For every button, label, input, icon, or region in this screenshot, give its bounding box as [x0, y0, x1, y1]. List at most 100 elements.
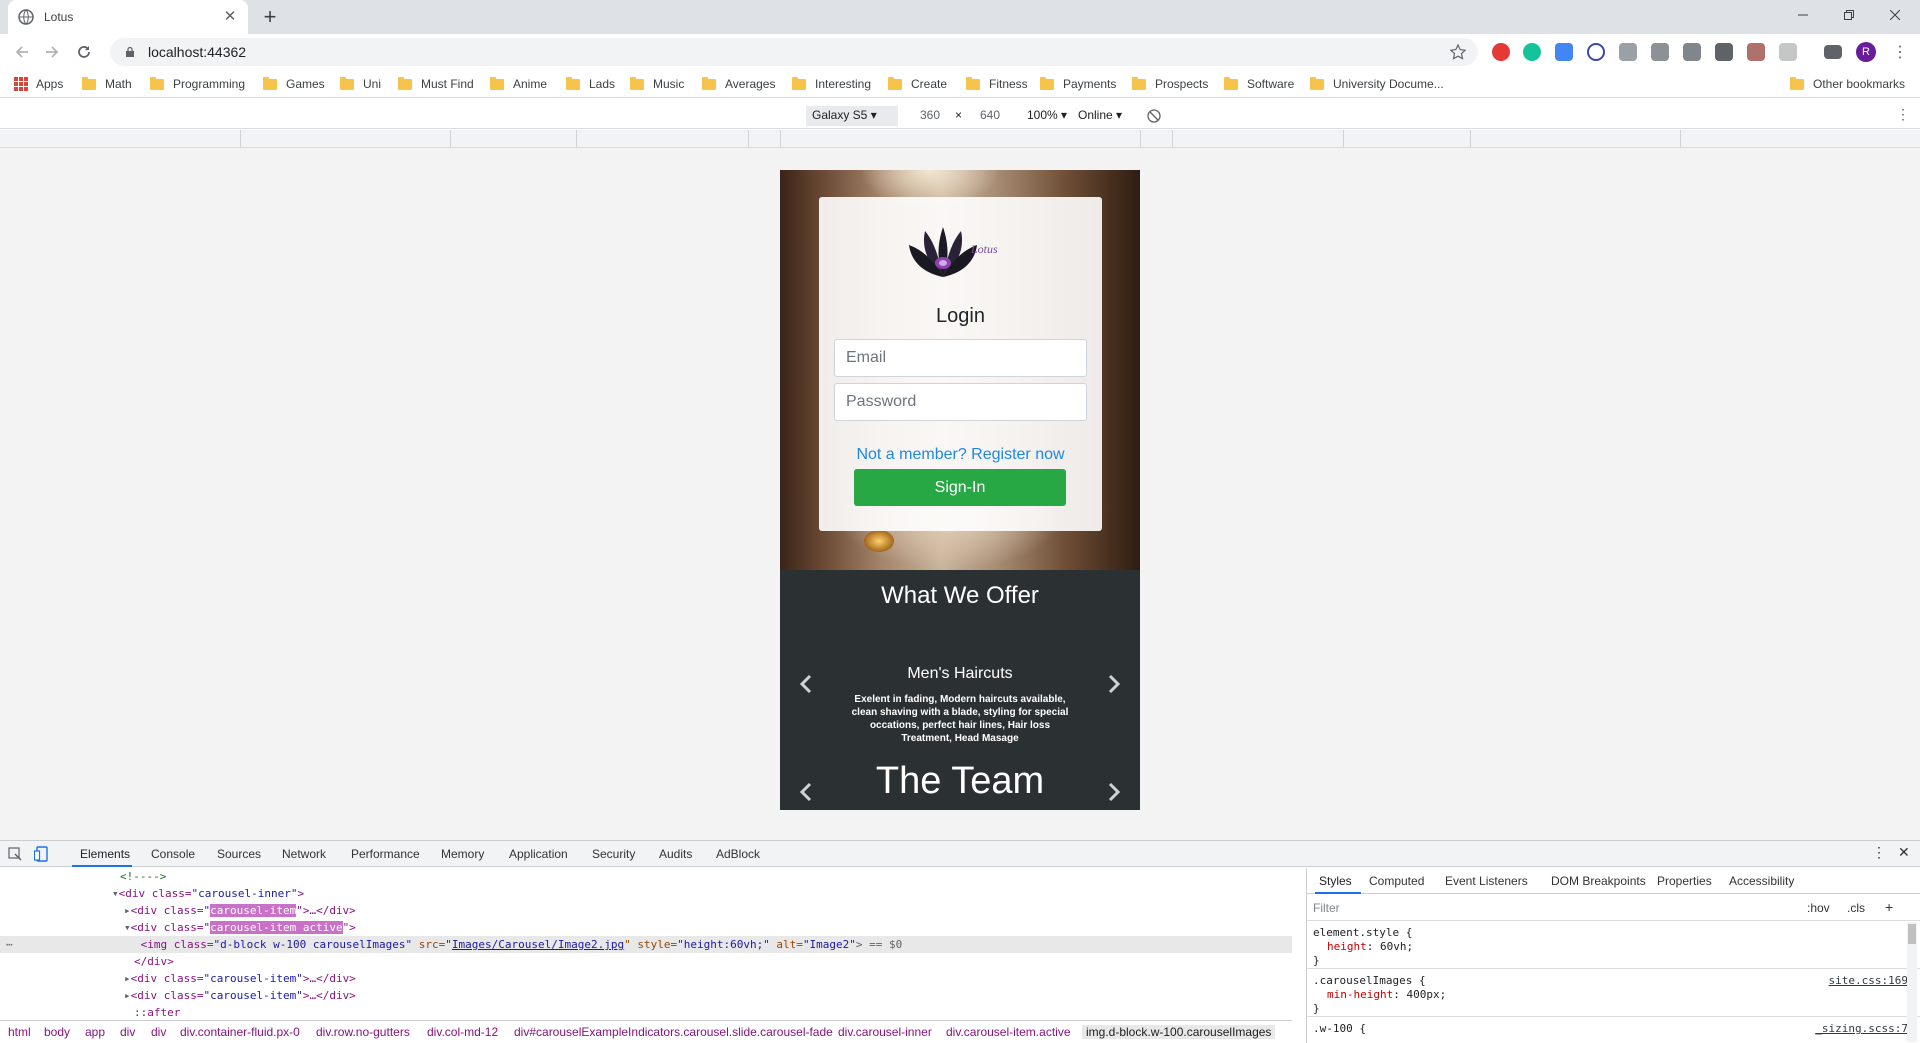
- close-devtools-icon[interactable]: ✕: [1898, 844, 1910, 861]
- device-toggle-icon[interactable]: [34, 846, 50, 862]
- tab-event-listeners[interactable]: Event Listeners: [1445, 874, 1528, 888]
- bookmark-folder[interactable]: Averages: [702, 75, 775, 93]
- zoom-select[interactable]: 100% ▾: [1027, 108, 1067, 122]
- bookmark-folder[interactable]: Create: [888, 75, 947, 93]
- reload-button[interactable]: [72, 40, 96, 64]
- styles-filter-input[interactable]: Filter: [1313, 898, 1873, 918]
- css-source-link[interactable]: _sizing.scss:7: [1815, 1022, 1908, 1035]
- bookmark-folder[interactable]: Fitness: [966, 75, 1028, 93]
- breadcrumb-item[interactable]: div: [151, 1025, 166, 1039]
- media-query-segment[interactable]: [1172, 130, 1173, 147]
- device-width-input[interactable]: 360: [920, 108, 940, 122]
- bookmark-folder[interactable]: Lads: [566, 75, 615, 93]
- bookmark-folder[interactable]: Must Find: [398, 75, 474, 93]
- bookmark-folder[interactable]: Interesting: [792, 75, 871, 93]
- tab-performance[interactable]: Performance: [351, 847, 420, 861]
- bookmark-folder[interactable]: Payments: [1040, 75, 1116, 93]
- breadcrumb-item[interactable]: div.carousel-inner: [838, 1025, 932, 1039]
- tab-console[interactable]: Console: [151, 847, 195, 861]
- dom-node[interactable]: ▸<div class="carousel-item">…</div>: [0, 970, 1292, 987]
- tab-styles[interactable]: Styles: [1319, 874, 1352, 888]
- grammarly-extension-icon[interactable]: [1523, 43, 1541, 61]
- bookmark-folder[interactable]: Math: [82, 75, 132, 93]
- register-link[interactable]: Not a member? Register now: [819, 446, 1102, 464]
- css-declaration[interactable]: min-height: 400px;: [1327, 988, 1446, 1001]
- avatar[interactable]: R: [1856, 42, 1876, 62]
- media-query-segment[interactable]: [1470, 130, 1471, 147]
- device-select[interactable]: Galaxy S5 ▾: [806, 106, 898, 126]
- bookmark-folder[interactable]: Anime: [490, 75, 547, 93]
- tab-memory[interactable]: Memory: [441, 847, 484, 861]
- tab-audits[interactable]: Audits: [659, 847, 692, 861]
- collapse-triangle-icon[interactable]: ▸: [124, 972, 131, 985]
- address-bar[interactable]: localhost:44362: [110, 38, 1478, 66]
- star-icon[interactable]: [1450, 44, 1466, 60]
- close-tab-icon[interactable]: ✕: [222, 9, 238, 25]
- close-window-button[interactable]: [1872, 0, 1918, 30]
- dom-node[interactable]: ▸<div class="carousel-item">…</div>: [0, 902, 1292, 919]
- browser-tab[interactable]: Lotus ✕: [8, 0, 248, 34]
- bookmark-folder[interactable]: Software: [1224, 75, 1294, 93]
- tab-elements[interactable]: Elements: [80, 847, 130, 861]
- back-button[interactable]: [10, 40, 34, 64]
- dom-node-selected[interactable]: ⋯ <img class="d-block w-100 carouselImage…: [0, 936, 1292, 953]
- tab-computed[interactable]: Computed: [1369, 874, 1424, 888]
- forward-button[interactable]: [40, 40, 64, 64]
- media-query-segment[interactable]: [780, 130, 781, 147]
- breadcrumb-item[interactable]: app: [85, 1025, 105, 1039]
- tab-network[interactable]: Network: [282, 847, 326, 861]
- image-src-link[interactable]: Images/Carousel/Image2.jpg: [452, 938, 624, 951]
- dom-node[interactable]: ▸<div class="carousel-item">…</div>: [0, 987, 1292, 1004]
- media-query-segment[interactable]: [1680, 130, 1681, 147]
- bookmark-folder[interactable]: Programming: [150, 75, 245, 93]
- scrollbar[interactable]: [1907, 922, 1917, 1042]
- css-source-link[interactable]: site.css:169: [1829, 974, 1908, 987]
- sign-in-button[interactable]: Sign-In: [854, 469, 1066, 506]
- media-query-segment[interactable]: [240, 130, 241, 147]
- breadcrumb-item[interactable]: html: [8, 1025, 31, 1039]
- extension-icon[interactable]: [1779, 43, 1797, 61]
- media-query-segment[interactable]: [1140, 130, 1141, 147]
- dom-node[interactable]: </div>: [0, 953, 1292, 970]
- collapse-triangle-icon[interactable]: ▸: [124, 904, 131, 917]
- new-rule-button[interactable]: +: [1885, 899, 1893, 915]
- breadcrumb-item-current[interactable]: img.d-block.w-100.carouselImages: [1082, 1025, 1276, 1039]
- class-toggle[interactable]: .cls: [1847, 901, 1865, 915]
- media-query-segment[interactable]: [1343, 130, 1344, 147]
- rotate-icon[interactable]: [1147, 109, 1161, 123]
- password-field[interactable]: Password: [834, 383, 1087, 421]
- tab-adblock[interactable]: AdBlock: [716, 847, 760, 861]
- restore-button[interactable]: [1826, 0, 1872, 30]
- expand-triangle-icon[interactable]: ▾: [112, 887, 119, 900]
- cast-extension-icon[interactable]: [1747, 43, 1765, 61]
- devtools-menu-icon[interactable]: ⋮: [1872, 844, 1886, 861]
- adblock-extension-icon[interactable]: [1492, 43, 1510, 61]
- bookmark-folder[interactable]: Prospects: [1132, 75, 1208, 93]
- device-toolbar-menu-icon[interactable]: ⋮: [1896, 106, 1910, 123]
- translate-extension-icon[interactable]: [1555, 43, 1573, 61]
- tab-application[interactable]: Application: [509, 847, 568, 861]
- expand-triangle-icon[interactable]: ▾: [124, 921, 131, 934]
- other-bookmarks[interactable]: Other bookmarks: [1790, 75, 1905, 93]
- media-query-segment[interactable]: [450, 130, 451, 147]
- dom-node[interactable]: ::after: [0, 1004, 1292, 1021]
- menu-icon[interactable]: ⋮: [1888, 40, 1912, 64]
- dom-node[interactable]: <!---->: [0, 868, 1292, 885]
- css-declaration[interactable]: height: 60vh;: [1327, 940, 1413, 953]
- minimize-button[interactable]: [1780, 0, 1826, 30]
- email-field[interactable]: Email: [834, 339, 1087, 377]
- ellipsis-icon[interactable]: ⋯: [6, 938, 13, 951]
- reading-list-icon[interactable]: [1824, 45, 1842, 59]
- dom-node[interactable]: ▾<div class="carousel-inner">: [0, 885, 1292, 902]
- tab-sources[interactable]: Sources: [217, 847, 261, 861]
- tab-security[interactable]: Security: [592, 847, 635, 861]
- bookmark-apps[interactable]: Apps: [14, 75, 63, 93]
- device-height-input[interactable]: 640: [980, 108, 1000, 122]
- network-throttle-select[interactable]: Online ▾: [1078, 108, 1122, 122]
- save-extension-icon[interactable]: [1715, 43, 1733, 61]
- hover-state-toggle[interactable]: :hov: [1807, 901, 1830, 915]
- store-extension-icon[interactable]: [1683, 43, 1701, 61]
- camera-extension-icon[interactable]: [1619, 43, 1637, 61]
- tab-accessibility[interactable]: Accessibility: [1729, 874, 1794, 888]
- breadcrumb-item[interactable]: div.carousel-item.active: [946, 1025, 1071, 1039]
